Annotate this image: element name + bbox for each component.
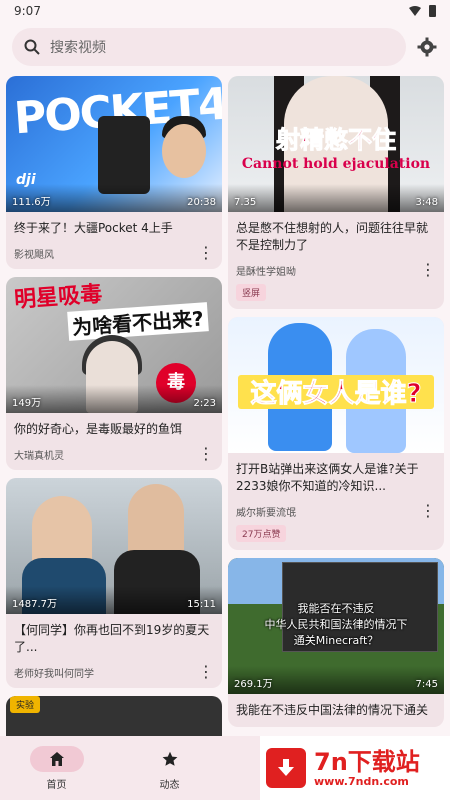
video-card[interactable]: POCKET4 dji 111.6万 20:38 终于来了！大疆Pocket 4… — [6, 76, 222, 269]
battery-icon — [429, 5, 436, 17]
more-options-icon[interactable]: ⋮ — [198, 446, 214, 462]
video-thumbnail[interactable]: 我能否在不违反 中华人民共和国法律的情况下 通关Minecraft？ 269.1… — [228, 558, 444, 694]
video-title[interactable]: 终于来了！大疆Pocket 4上手 — [14, 220, 214, 237]
download-icon — [266, 748, 306, 788]
video-title[interactable]: 你的好奇心，是毒贩最好的鱼饵 — [14, 421, 214, 438]
search-row: 搜索视频 — [12, 28, 438, 66]
more-options-icon[interactable]: ⋮ — [420, 503, 436, 519]
video-feed[interactable]: POCKET4 dji 111.6万 20:38 终于来了！大疆Pocket 4… — [6, 76, 444, 736]
video-meta: 影视飓风 ⋮ — [14, 245, 214, 261]
status-icons — [409, 5, 436, 17]
duration: 15:11 — [187, 599, 216, 610]
view-count: 111.6万 — [12, 197, 51, 208]
video-info: 终于来了！大疆Pocket 4上手 影视飓风 ⋮ — [6, 212, 222, 269]
thumb-subheadline: Cannot hold ejaculation — [241, 156, 431, 172]
view-count: 269.1万 — [234, 679, 273, 690]
video-thumbnail[interactable]: 射精憋不住 Cannot hold ejaculation 7.35 3:48 — [228, 76, 444, 212]
author-name[interactable]: 影视飓风 — [14, 246, 54, 261]
nav-item-dynamic[interactable]: 动态 — [113, 736, 226, 800]
view-count: 7.35 — [234, 197, 257, 208]
video-title[interactable]: 总是憋不住想射的人，问题往往早就不是控制力了 — [236, 220, 436, 254]
author-name[interactable]: 威尔斯要流氓 — [236, 504, 296, 519]
home-icon — [49, 751, 64, 766]
feed-column-right: 射精憋不住 Cannot hold ejaculation 7.35 3:48 … — [228, 76, 444, 735]
duration: 3:48 — [415, 197, 438, 208]
watermark-text: 7n下载站 www.7ndn.com — [314, 749, 420, 788]
video-info: 【何同学】你再也回不到19岁的夏天了... 老师好我叫何同学 ⋮ — [6, 614, 222, 688]
person-graphic — [162, 124, 206, 178]
author-name[interactable]: 是酥性学姐呦 — [236, 263, 296, 278]
video-info: 打开B站弹出来这俩女人是谁?关于2233娘你不知道的冷知识... 威尔斯要流氓 … — [228, 453, 444, 550]
duration: 7:45 — [415, 679, 438, 690]
video-info: 你的好奇心，是毒贩最好的鱼饵 大瑞真机灵 ⋮ — [6, 413, 222, 470]
more-options-icon[interactable]: ⋮ — [198, 664, 214, 680]
video-thumbnail[interactable]: POCKET4 dji 111.6万 20:38 — [6, 76, 222, 212]
video-meta: 老师好我叫何同学 ⋮ — [14, 664, 214, 680]
subtitle-line: 中华人民共和国法律的情况下 — [264, 618, 408, 631]
video-card[interactable]: 我能否在不违反 中华人民共和国法律的情况下 通关Minecraft？ 269.1… — [228, 558, 444, 727]
more-options-icon[interactable]: ⋮ — [420, 262, 436, 278]
subtitle-line: 通关Minecraft？ — [293, 634, 379, 647]
video-title[interactable]: 【何同学】你再也回不到19岁的夏天了... — [14, 622, 214, 656]
watermark-url: www.7ndn.com — [314, 774, 409, 788]
video-meta: 威尔斯要流氓 ⋮ — [236, 503, 436, 519]
thumb-headline: 这俩女人是谁? — [250, 379, 422, 410]
thumb-headline: 明星吸毒 — [13, 281, 103, 314]
video-title[interactable]: 打开B站弹出来这俩女人是谁?关于2233娘你不知道的冷知识... — [236, 461, 436, 495]
search-icon — [24, 39, 40, 55]
nav-label: 首页 — [46, 779, 67, 791]
view-count: 149万 — [12, 398, 42, 409]
nav-label: 动态 — [159, 779, 180, 791]
watermark-title: 7n下载站 — [314, 747, 420, 776]
video-info: 总是憋不住想射的人，问题往往早就不是控制力了 是酥性学姐呦 ⋮ 竖屏 — [228, 212, 444, 309]
video-meta: 是酥性学姐呦 ⋮ — [236, 262, 436, 278]
video-card[interactable]: 明星吸毒 为啥看不出来? 毒 149万 2:23 你的好奇心，是毒贩最好的鱼饵 … — [6, 277, 222, 470]
feed-column-left: POCKET4 dji 111.6万 20:38 终于来了！大疆Pocket 4… — [6, 76, 222, 736]
wifi-icon — [409, 6, 421, 16]
status-time: 9:07 — [14, 4, 41, 18]
video-card[interactable]: 这俩女人是谁? 打开B站弹出来这俩女人是谁?关于2233娘你不知道的冷知识...… — [228, 317, 444, 550]
thumb-headline: 射精憋不住 — [276, 126, 397, 155]
more-options-icon[interactable]: ⋮ — [198, 245, 214, 261]
video-thumbnail[interactable]: 明星吸毒 为啥看不出来? 毒 149万 2:23 — [6, 277, 222, 413]
video-thumbnail[interactable]: 1487.7万 15:11 — [6, 478, 222, 614]
video-badge: 竖屏 — [236, 284, 267, 301]
search-placeholder: 搜索视频 — [50, 40, 106, 56]
subtitle-line: 我能否在不违反 — [297, 602, 375, 615]
settings-button[interactable] — [416, 36, 438, 58]
author-name[interactable]: 大瑞真机灵 — [14, 447, 64, 462]
gear-icon — [417, 37, 437, 57]
duration: 2:23 — [193, 398, 216, 409]
video-thumbnail[interactable]: 实验 — [6, 696, 222, 736]
author-name[interactable]: 老师好我叫何同学 — [14, 665, 94, 680]
video-title[interactable]: 我能在不违反中国法律的情况下通关 — [236, 702, 436, 719]
nav-pill — [29, 745, 84, 772]
video-card[interactable]: 射精憋不住 Cannot hold ejaculation 7.35 3:48 … — [228, 76, 444, 309]
video-card[interactable]: 实验 — [6, 696, 222, 736]
thumb-shade — [228, 184, 444, 212]
like-count-badge: 27万点赞 — [236, 525, 287, 542]
video-meta: 大瑞真机灵 ⋮ — [14, 446, 214, 462]
view-count: 1487.7万 — [12, 599, 57, 610]
video-info: 我能在不违反中国法律的情况下通关 — [228, 694, 444, 727]
gimbal-graphic — [98, 116, 150, 194]
star-icon — [162, 751, 177, 766]
video-card[interactable]: 1487.7万 15:11 【何同学】你再也回不到19岁的夏天了... 老师好我… — [6, 478, 222, 688]
status-bar: 9:07 — [0, 0, 450, 22]
video-thumbnail[interactable]: 这俩女人是谁? — [228, 317, 444, 453]
search-input[interactable]: 搜索视频 — [12, 28, 406, 66]
experimental-badge: 实验 — [10, 696, 41, 713]
duration: 20:38 — [187, 197, 216, 208]
nav-pill — [143, 746, 197, 772]
watermark: 7n下载站 www.7ndn.com — [260, 736, 450, 800]
nav-item-home[interactable]: 首页 — [0, 736, 113, 800]
